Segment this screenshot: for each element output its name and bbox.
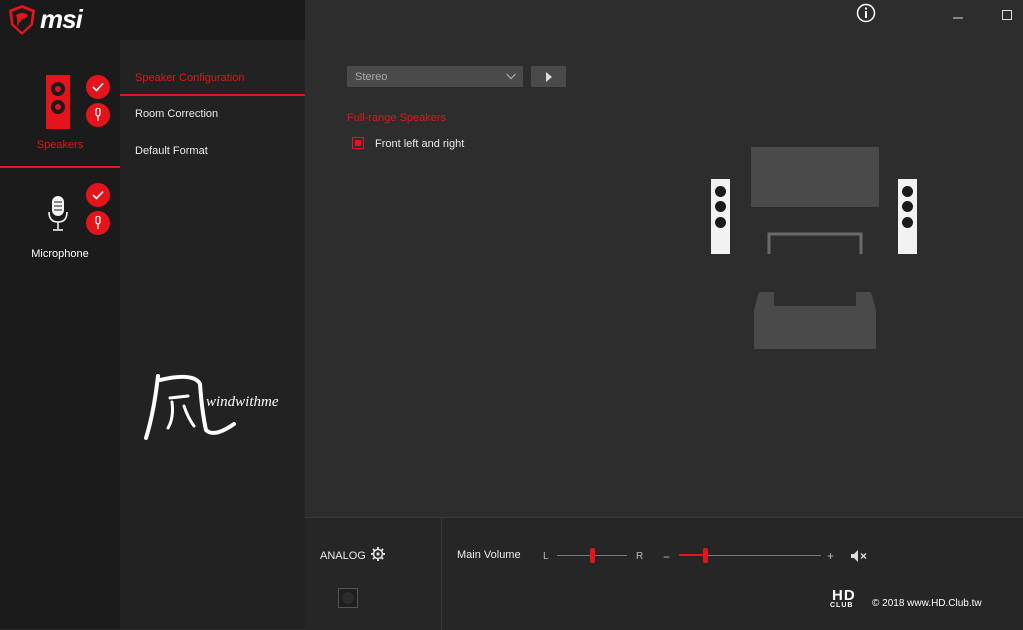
submenu-default-format[interactable]: Default Format — [135, 145, 208, 157]
microphone-icon — [48, 196, 68, 231]
volume-slider[interactable] — [679, 548, 821, 564]
balance-slider[interactable] — [557, 548, 627, 564]
brand-header: msi — [0, 0, 325, 40]
hd-club-logo: HD CLUB — [828, 587, 866, 611]
config-submenu: Speaker Configuration Room Correction De… — [120, 40, 305, 629]
chevron-down-icon — [506, 73, 516, 80]
hd-club-text: CLUB — [830, 602, 854, 609]
play-icon — [545, 71, 552, 82]
minimize-button[interactable] — [947, 6, 969, 24]
mute-icon[interactable] — [851, 550, 867, 562]
balance-right-label: R — [636, 551, 644, 562]
device-speakers[interactable]: Speakers — [0, 40, 120, 166]
brand-logo-text: msi — [40, 4, 83, 34]
speakers-active-indicator — [0, 166, 120, 168]
main-panel: Stereo Full-range Speakers Front left an… — [305, 0, 1023, 517]
volume-slider-fill — [679, 554, 706, 556]
analog-jack-icon[interactable] — [338, 588, 358, 608]
main-volume-label: Main Volume — [457, 549, 521, 561]
info-icon — [856, 3, 876, 23]
minimize-icon — [953, 17, 963, 19]
balance-left-label: L — [543, 551, 549, 562]
analog-jack-port-icon — [342, 592, 354, 604]
room-visualization — [705, 140, 925, 355]
volume-minus-label[interactable]: − — [663, 550, 670, 564]
test-play-button[interactable] — [531, 66, 566, 87]
full-range-speakers-label: Full-range Speakers — [347, 112, 447, 124]
bottom-bar: ANALOG Main Volume L R − + — [305, 517, 1023, 630]
device-microphone[interactable]: Microphone — [0, 170, 120, 270]
gear-icon[interactable] — [371, 547, 385, 561]
front-left-right-checkbox[interactable] — [352, 137, 364, 149]
watermark-text: windwithme — [206, 394, 279, 410]
watermark: windwithme — [144, 372, 279, 447]
maximize-button[interactable] — [996, 6, 1018, 24]
maximize-icon — [1002, 10, 1012, 20]
analog-panel: ANALOG — [305, 518, 442, 630]
volume-slider-thumb[interactable] — [703, 548, 709, 563]
device-label-microphone: Microphone — [31, 248, 89, 260]
device-label-speakers: Speakers — [36, 139, 84, 151]
copyright-text: © 2018 www.HD.Club.tw — [872, 598, 982, 609]
analog-label: ANALOG — [320, 550, 366, 562]
coffee-table-icon — [767, 232, 863, 254]
sofa-icon — [754, 292, 876, 349]
speaker-config-select[interactable]: Stereo — [347, 66, 523, 87]
submenu-active-indicator — [120, 94, 305, 96]
microphone-jack-badge-icon — [86, 211, 110, 235]
volume-plus-label[interactable]: + — [827, 549, 834, 563]
speakers-check-badge-icon — [86, 75, 110, 99]
front-left-right-label: Front left and right — [375, 138, 465, 150]
microphone-check-badge-icon — [86, 183, 110, 207]
submenu-room-correction[interactable]: Room Correction — [135, 108, 218, 120]
device-sidebar: Speakers Microphone — [0, 0, 120, 629]
front-right-speaker-icon[interactable] — [898, 179, 917, 254]
submenu-speaker-configuration[interactable]: Speaker Configuration — [135, 72, 244, 84]
balance-slider-thumb[interactable] — [589, 548, 595, 563]
msi-dragon-shield-icon — [9, 5, 35, 35]
speaker-icon — [46, 75, 70, 129]
front-left-speaker-icon[interactable] — [711, 179, 730, 254]
info-button[interactable] — [855, 3, 877, 23]
speakers-jack-badge-icon — [86, 103, 110, 127]
tv-screen — [751, 147, 879, 207]
speaker-config-select-value: Stereo — [355, 71, 388, 83]
